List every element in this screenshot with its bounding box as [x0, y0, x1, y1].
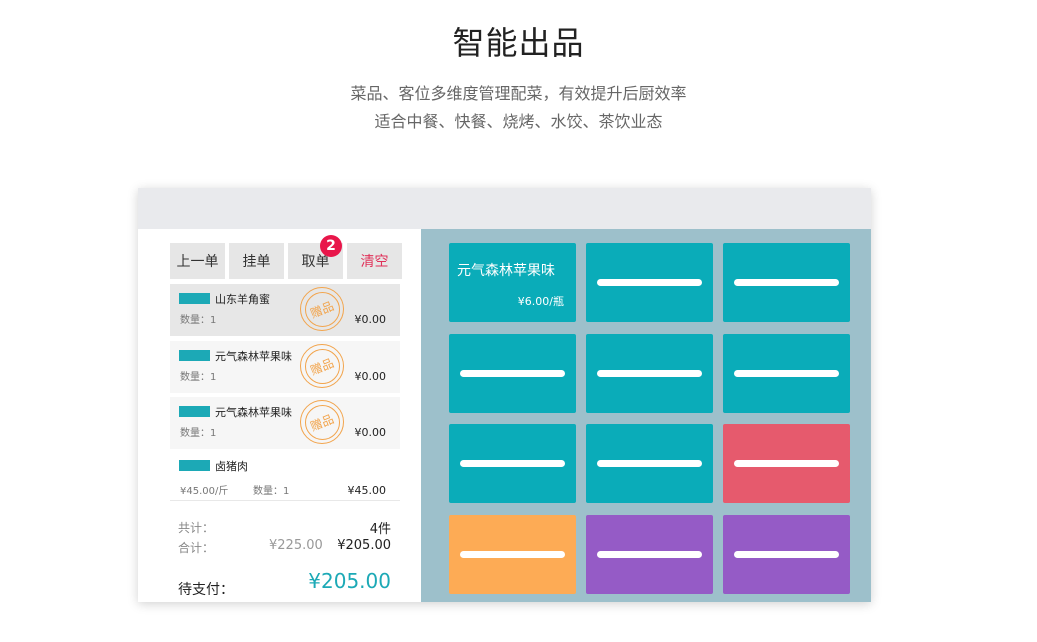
original-total: ¥225.00 — [269, 538, 323, 553]
page-subtitle-1: 菜品、客位多维度管理配菜，有效提升后厨效率 — [350, 84, 687, 103]
item-price: ¥0.00 — [354, 370, 387, 383]
total-label: 合计： — [178, 541, 215, 555]
menu-tile[interactable] — [586, 334, 713, 413]
item-name: 元气森林苹果味 — [215, 406, 292, 419]
gift-stamp-icon: 赠品 — [300, 344, 344, 388]
gift-stamp-icon: 赠品 — [300, 400, 344, 444]
tile-placeholder-bar — [734, 370, 839, 377]
page-title: 智能出品 — [452, 24, 585, 62]
order-panel: 上一单 挂单 取单 2 清空 山东羊角蜜 数量：1 赠品 ¥0.00 元气森林苹… — [138, 229, 421, 602]
menu-tile[interactable] — [586, 424, 713, 503]
item-count-label: 共计： — [178, 521, 215, 535]
pos-screen-mockup: 上一单 挂单 取单 2 清空 山东羊角蜜 数量：1 赠品 ¥0.00 元气森林苹… — [138, 188, 871, 602]
gift-stamp-icon: 赠品 — [300, 287, 344, 331]
previous-order-button[interactable]: 上一单 — [170, 243, 225, 279]
tile-placeholder-bar — [460, 460, 565, 467]
item-quantity: 数量：1 — [180, 372, 217, 383]
menu-tile[interactable]: 元气森林苹果味 ¥6.00/瓶 — [449, 243, 576, 322]
menu-tile[interactable] — [723, 334, 850, 413]
item-price: ¥45.00 — [347, 484, 387, 497]
tile-placeholder-bar — [597, 460, 702, 467]
item-price: ¥0.00 — [354, 313, 387, 326]
menu-tile[interactable] — [723, 515, 850, 594]
item-unit-price: ¥45.00/斤 — [180, 486, 229, 497]
tile-placeholder-bar — [460, 370, 565, 377]
tile-name: 元气森林苹果味 — [457, 263, 555, 279]
item-quantity: 数量：1 — [180, 428, 217, 439]
item-tag — [179, 460, 210, 471]
order-item[interactable]: 元气森林苹果味 数量：1 赠品 ¥0.00 — [170, 397, 400, 449]
menu-tile[interactable] — [723, 424, 850, 503]
item-tag — [179, 293, 210, 304]
menu-grid: 元气森林苹果味 ¥6.00/瓶 — [421, 229, 871, 602]
menu-tile[interactable] — [449, 424, 576, 503]
amount-due-value: ¥205.00 — [308, 569, 391, 593]
amount-due-label: 待支付： — [178, 582, 234, 598]
item-count-value: 4件 — [369, 522, 391, 537]
item-tag — [179, 406, 210, 417]
retrieve-order-count-badge: 2 — [320, 235, 342, 257]
menu-tile[interactable] — [449, 515, 576, 594]
clear-order-button[interactable]: 清空 — [347, 243, 402, 279]
item-quantity: 数量：1 — [253, 486, 290, 497]
tile-placeholder-bar — [734, 460, 839, 467]
menu-tile[interactable] — [586, 515, 713, 594]
tile-placeholder-bar — [597, 279, 702, 286]
item-tag — [179, 350, 210, 361]
menu-tile[interactable] — [586, 243, 713, 322]
item-name: 卤猪肉 — [215, 460, 248, 473]
menu-tile[interactable] — [723, 243, 850, 322]
item-quantity: 数量：1 — [180, 315, 217, 326]
pos-top-bar — [138, 188, 871, 229]
tile-price: ¥6.00/瓶 — [517, 295, 564, 308]
item-name: 山东羊角蜜 — [215, 293, 270, 306]
tile-placeholder-bar — [597, 551, 702, 558]
order-item[interactable]: 卤猪肉 ¥45.00/斤 数量：1 ¥45.00 — [170, 452, 400, 501]
order-item[interactable]: 山东羊角蜜 数量：1 赠品 ¥0.00 — [170, 284, 400, 336]
item-price: ¥0.00 — [354, 426, 387, 439]
tile-placeholder-bar — [460, 551, 565, 558]
hold-order-button[interactable]: 挂单 — [229, 243, 284, 279]
tile-placeholder-bar — [734, 551, 839, 558]
tile-placeholder-bar — [597, 370, 702, 377]
tile-placeholder-bar — [734, 279, 839, 286]
page-subtitle-2: 适合中餐、快餐、烧烤、水饺、茶饮业态 — [374, 112, 663, 131]
menu-tile[interactable] — [449, 334, 576, 413]
order-item[interactable]: 元气森林苹果味 数量：1 赠品 ¥0.00 — [170, 341, 400, 393]
item-name: 元气森林苹果味 — [215, 350, 292, 363]
total-value: ¥205.00 — [337, 538, 391, 553]
